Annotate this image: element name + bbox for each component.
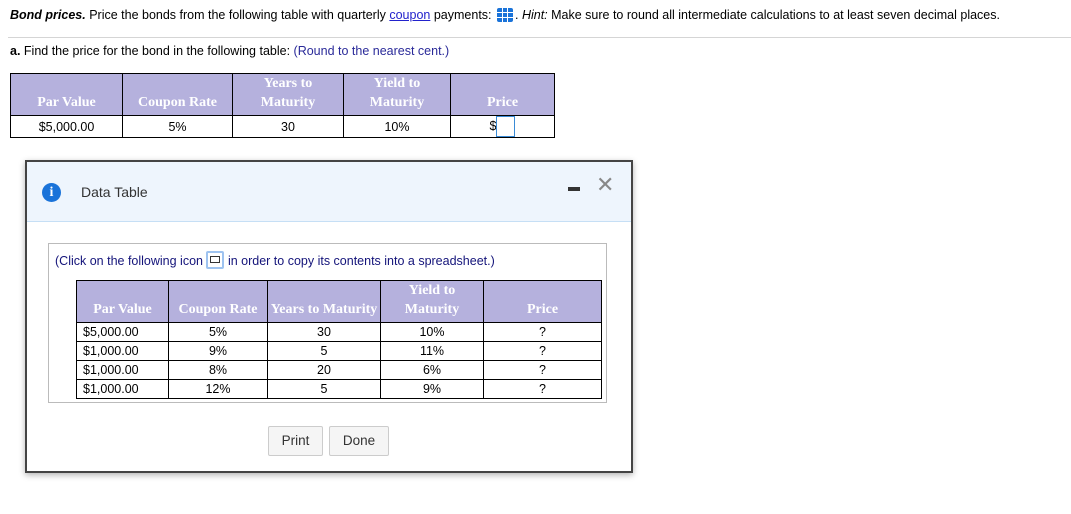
copy-note: (Click on the following icon in order to… (55, 251, 495, 269)
table-row: $1,000.00 8% 20 6%? (76, 360, 602, 380)
table-row: $5,000.00 5% 30 10% $ (10, 115, 555, 138)
cell: $5,000.00 (10, 115, 123, 138)
cell: $1,000.00 (76, 360, 169, 380)
table-row: $1,000.00 12% 5 9%? (76, 379, 602, 399)
header-par-value: Par Value (10, 73, 123, 116)
header-price: Price (450, 73, 555, 116)
header-ytm: Yield to Maturity (343, 73, 451, 116)
cell: 5% (168, 322, 268, 342)
cell: $5,000.00 (76, 322, 169, 342)
cell: 20 (267, 360, 381, 380)
minimize-icon[interactable] (568, 187, 580, 191)
data-table: Par Value Coupon Rate Years to Maturity … (76, 280, 602, 399)
info-icon: i (42, 183, 61, 202)
cell: 9% (168, 341, 268, 361)
part-a-prompt: a. Find the price for the bond in the fo… (10, 44, 450, 58)
price-cell: $ (450, 115, 555, 138)
cell: 10% (343, 115, 451, 138)
question-title: Bond prices. (10, 8, 86, 22)
cell: 9% (380, 379, 484, 399)
coupon-link[interactable]: coupon (389, 8, 430, 22)
cell: 5 (267, 341, 381, 361)
header-coupon-rate: Coupon Rate (168, 280, 268, 323)
done-button[interactable]: Done (329, 426, 389, 456)
dialog-header: i Data Table ✕ (27, 162, 631, 222)
question-text: Bond prices. Price the bonds from the fo… (10, 8, 1000, 22)
cell: 5 (267, 379, 381, 399)
dialog-title: Data Table (81, 184, 148, 200)
cell: 30 (267, 322, 381, 342)
cell: $1,000.00 (76, 341, 169, 361)
cell: ? (483, 360, 602, 380)
cell: ? (483, 322, 602, 342)
cell: 11% (380, 341, 484, 361)
cell: $1,000.00 (76, 379, 169, 399)
header-years: Years to Maturity (267, 280, 381, 323)
header-ytm: Yield to Maturity (380, 280, 484, 323)
header-par-value: Par Value (76, 280, 169, 323)
cell: ? (483, 379, 602, 399)
header-years: Years to Maturity (232, 73, 344, 116)
table-row: $5,000.00 5% 30 10%? (76, 322, 602, 342)
cell: 6% (380, 360, 484, 380)
cell: 12% (168, 379, 268, 399)
cell: 8% (168, 360, 268, 380)
cell: 30 (232, 115, 344, 138)
cell: 10% (380, 322, 484, 342)
header-price: Price (483, 280, 602, 323)
bond-table: Par Value Coupon Rate Years to Maturity … (10, 73, 555, 138)
price-input[interactable] (496, 116, 516, 137)
data-table-icon[interactable] (497, 8, 513, 22)
divider (8, 37, 1071, 38)
data-box: (Click on the following icon in order to… (48, 243, 607, 403)
print-button[interactable]: Print (268, 426, 323, 456)
header-coupon-rate: Coupon Rate (122, 73, 233, 116)
close-icon[interactable]: ✕ (596, 172, 614, 198)
cell: 5% (122, 115, 233, 138)
data-table-dialog: i Data Table ✕ (Click on the following i… (25, 160, 633, 473)
copy-to-spreadsheet-icon[interactable] (206, 251, 225, 269)
table-row: $1,000.00 9% 5 11%? (76, 341, 602, 361)
cell: ? (483, 341, 602, 361)
